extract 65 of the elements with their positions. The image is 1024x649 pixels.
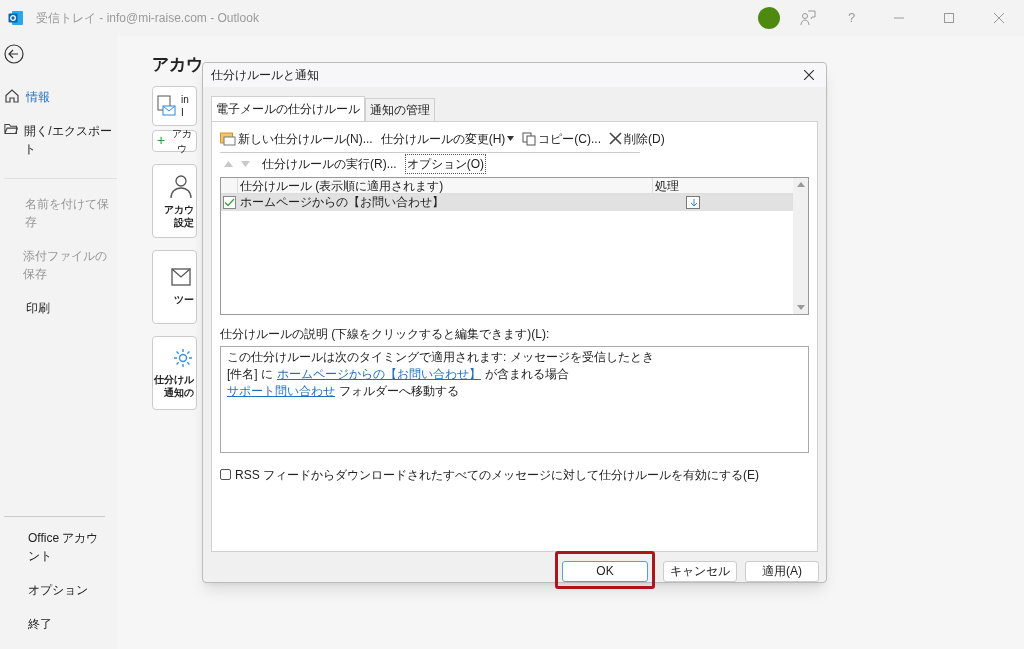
description-text: [件名] に	[227, 365, 273, 383]
copy-icon	[522, 131, 537, 146]
toolbar-button[interactable]: 削除(D)	[609, 129, 665, 148]
scroll-down-icon[interactable]	[796, 304, 805, 310]
rule-checkbox[interactable]	[223, 195, 236, 209]
options-button[interactable]: オプション(O)	[404, 153, 486, 174]
tile-label: 通知の	[164, 385, 194, 399]
rss-checkbox[interactable]	[220, 469, 231, 481]
dialog-button[interactable]: キャンセル	[663, 560, 737, 582]
close-icon[interactable]	[804, 69, 814, 80]
dialog-title: 仕分けルールと通知	[211, 66, 319, 84]
dialog-button[interactable]: OK	[562, 560, 648, 582]
sidebar-item[interactable]: 開く/エクスポート	[4, 114, 117, 166]
condition-link[interactable]: ホームページからの【お問い合わせ】	[277, 365, 481, 383]
tab[interactable]: 電子メールの仕分けルール	[211, 95, 365, 121]
folder-icon	[4, 122, 19, 136]
condition-link[interactable]: サポート問い合わせ	[227, 382, 335, 400]
page-heading: アカウ	[152, 54, 203, 76]
caret-icon	[507, 136, 515, 142]
sidebar-item[interactable]: 印刷	[4, 291, 117, 325]
person-icon	[168, 172, 194, 199]
feature-tile[interactable]: アカウ 設定	[152, 163, 197, 238]
account-text: I	[181, 105, 185, 119]
account-card[interactable]: in I	[152, 85, 197, 126]
toolbar-button[interactable]: 新しい仕分けルール(N)...	[220, 129, 373, 148]
home-icon	[4, 88, 20, 104]
mail-icon	[170, 267, 194, 289]
sidebar-item[interactable]: オプション	[4, 581, 105, 599]
window-title: 受信トレイ - info@mi-raise.com - Outlook	[36, 10, 259, 27]
account-mail-icon	[157, 94, 177, 117]
toolbar-button[interactable]: 仕分けルールの変更(H)	[380, 129, 515, 148]
scroll-up-icon[interactable]	[796, 181, 805, 187]
avatar	[758, 7, 780, 29]
description-text: フォルダーへ移動する	[339, 382, 459, 400]
tile-label: アカウ	[164, 202, 194, 216]
feature-tile[interactable]: ツー	[152, 249, 197, 324]
description-text: が含まれる場合	[485, 365, 569, 383]
scrollbar[interactable]	[793, 177, 808, 314]
tab[interactable]: 通知の管理	[365, 97, 435, 121]
column-header: 仕分けルール (表示順に適用されます)	[238, 177, 653, 193]
tile-label: 設定	[174, 215, 194, 229]
sidebar-item[interactable]: 終了	[4, 615, 105, 633]
app-logo-icon	[8, 10, 24, 26]
move-down-icon[interactable]	[241, 160, 250, 167]
sidebar-item[interactable]: 情報	[4, 80, 117, 114]
description-text: この仕分けルールは次のタイミングで適用されます: メッセージを受信したとき	[227, 348, 654, 366]
account-text: in	[181, 92, 189, 106]
delete-icon	[609, 132, 622, 146]
maximize-icon[interactable]	[944, 13, 954, 23]
tile-label: ツー	[174, 293, 194, 306]
run-rules-button[interactable]: 仕分けルールの実行(R)...	[262, 154, 397, 173]
rule-name: ホームページからの【お問い合わせ】	[239, 194, 445, 212]
dialog-button[interactable]: 適用(A)	[745, 560, 819, 582]
feedback-icon	[800, 10, 816, 26]
description-label: 仕分けルールの説明 (下線をクリックすると編集できます)(L):	[220, 325, 551, 343]
column-header: 処理	[654, 177, 679, 193]
back-icon[interactable]	[4, 44, 24, 64]
toolbar-button[interactable]: コピー(C)...	[522, 129, 601, 148]
rule-folder-icon	[220, 131, 236, 146]
sidebar-item[interactable]: Office アカウント	[4, 529, 105, 565]
move-up-icon[interactable]	[224, 160, 233, 167]
tile-label: 仕分けル	[154, 372, 194, 386]
feature-tile[interactable]: 仕分けル 通知の	[152, 335, 197, 410]
rss-label: RSS フィードからダウンロードされたすべてのメッセージに対して仕分けルールを有効にする(E)	[235, 466, 759, 484]
move-to-folder-icon	[686, 195, 700, 209]
